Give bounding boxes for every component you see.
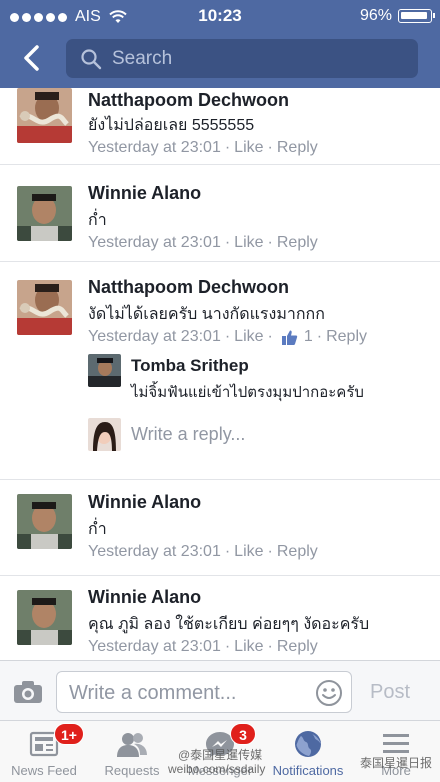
meta-separator: · [224, 328, 231, 345]
tab-requests[interactable]: Requests [88, 721, 176, 782]
reply-link[interactable]: Reply [277, 234, 318, 252]
comment-text: ก่ำ [88, 212, 107, 229]
like-link[interactable]: Like [234, 234, 263, 252]
meta-separator: · [224, 234, 231, 251]
comment-meta: Yesterday at 23:01 · Like · 1 · Reply [88, 328, 367, 346]
post-button[interactable]: Post [370, 681, 410, 704]
replier-name[interactable]: Tomba Srithep [131, 356, 249, 376]
comment-meta: Yesterday at 23:01 · Like · Reply [88, 234, 318, 252]
reply-link[interactable]: Reply [277, 139, 318, 157]
back-chevron-icon[interactable] [20, 44, 44, 72]
like-link[interactable]: Like [234, 543, 263, 561]
comment-placeholder: Write a comment... [69, 682, 237, 704]
current-user-avatar [88, 418, 121, 451]
top-navigation-bar: AIS 10:23 96% Search [0, 0, 440, 88]
reply-link[interactable]: Reply [326, 328, 367, 346]
watermark-publisher: 泰国星暹日报 [360, 756, 433, 770]
like-link[interactable]: Like [234, 139, 263, 157]
profile-photo [17, 494, 72, 549]
tab-news-feed[interactable]: 1+ News Feed [0, 721, 88, 782]
profile-photo [88, 354, 121, 387]
meta-separator: · [224, 543, 231, 560]
reply-text: ไม่จิ้มฟันแย่เข้าไปตรงมุมปากอะครับ [131, 384, 364, 401]
comment-text: ยังไม่ปล่อยเลย 5555555 [88, 117, 255, 134]
commenter-avatar[interactable] [17, 186, 72, 241]
comment-item: Natthapoom Dechwoon ยังไม่ปล่อยเลย 55555… [0, 88, 440, 165]
comment-text: งัดไม่ได้เลยครับ นางกัดแรงมากกก [88, 306, 325, 323]
commenter-avatar[interactable] [17, 88, 72, 143]
search-placeholder: Search [112, 48, 173, 69]
commenter-avatar[interactable] [17, 590, 72, 645]
commenter-name[interactable]: Winnie Alano [88, 492, 201, 513]
comment-text: คุณ ภูมิ ลอง ใช้ตะเกียบ ค่อยๆๆ งัดอะครับ [88, 616, 370, 633]
notification-badge: 3 [230, 723, 256, 745]
comment-timestamp: Yesterday at 23:01 [88, 543, 221, 560]
comment-composer: Write a comment... Post [0, 660, 440, 720]
comment-timestamp: Yesterday at 23:01 [88, 638, 221, 655]
comment-item: Winnie Alano คุณ ภูมิ ลอง ใช้ตะเกียบ ค่อ… [0, 576, 440, 660]
tab-label: Requests [104, 763, 160, 778]
meta-separator: · [267, 328, 273, 345]
comment-input[interactable]: Write a comment... [56, 671, 352, 713]
battery-percent: 96% [359, 7, 392, 24]
comment-timestamp: Yesterday at 23:01 [88, 328, 221, 345]
tab-more[interactable]: More [352, 721, 440, 782]
comment-item: Winnie Alano ก่ำ Yesterday at 23:01 · Li… [0, 480, 440, 576]
globe-icon [295, 731, 321, 757]
meta-separator: · [316, 328, 323, 345]
comment-meta: Yesterday at 23:01 · Like · Reply [88, 638, 318, 656]
friend-requests-icon [117, 733, 147, 757]
write-reply-placeholder[interactable]: Write a reply... [131, 424, 245, 445]
search-field[interactable]: Search [66, 39, 418, 78]
profile-photo [17, 590, 72, 645]
like-count[interactable]: 1 [304, 328, 313, 346]
person-holding-snake-photo [17, 88, 72, 143]
reply-link[interactable]: Reply [277, 638, 318, 656]
comment-timestamp: Yesterday at 23:01 [88, 139, 221, 156]
emoji-smiley-icon[interactable] [315, 679, 343, 707]
meta-separator: · [267, 543, 273, 560]
like-link[interactable]: Like [234, 638, 263, 656]
comment-item: Winnie Alano ก่ำ Yesterday at 23:01 · Li… [0, 166, 440, 262]
write-reply-row[interactable]: Write a reply... [88, 418, 440, 458]
watermark-weibo-handle: @泰国星暹传媒 [178, 748, 263, 762]
comment-text: ก่ำ [88, 521, 107, 538]
meta-separator: · [267, 638, 273, 655]
profile-photo [17, 186, 72, 241]
commenter-name[interactable]: Natthapoom Dechwoon [88, 90, 289, 111]
commenter-avatar[interactable] [17, 280, 72, 335]
battery-icon [398, 9, 435, 23]
meta-separator: · [224, 139, 231, 156]
commenter-name[interactable]: Natthapoom Dechwoon [88, 277, 289, 298]
comment-list[interactable]: Natthapoom Dechwoon ยังไม่ปล่อยเลย 55555… [0, 88, 440, 660]
meta-separator: · [267, 139, 273, 156]
thumbs-up-icon [281, 330, 298, 345]
comment-item: Natthapoom Dechwoon งัดไม่ได้เลยครับ นาง… [0, 262, 440, 480]
camera-icon[interactable] [13, 680, 43, 704]
commenter-name[interactable]: Winnie Alano [88, 587, 201, 608]
comment-timestamp: Yesterday at 23:01 [88, 234, 221, 251]
commenter-name[interactable]: Winnie Alano [88, 183, 201, 204]
comment-meta: Yesterday at 23:01 · Like · Reply [88, 139, 318, 157]
status-bar: AIS 10:23 96% [0, 0, 440, 30]
watermark-weibo-url: weibo.com/ssdaily [168, 762, 266, 776]
commenter-avatar[interactable] [17, 494, 72, 549]
tab-label: Notifications [272, 763, 344, 778]
person-holding-snake-photo [17, 280, 72, 335]
meta-separator: · [267, 234, 273, 251]
profile-photo [88, 418, 121, 451]
reply-item: Tomba Srithep ไม่จิ้มฟันแย่เข้าไปตรงมุมป… [88, 354, 440, 410]
tab-label: News Feed [11, 763, 77, 778]
comment-meta: Yesterday at 23:01 · Like · Reply [88, 543, 318, 561]
tab-notifications[interactable]: Notifications [264, 721, 352, 782]
replier-avatar[interactable] [88, 354, 121, 387]
search-icon [81, 49, 102, 70]
reply-link[interactable]: Reply [277, 543, 318, 561]
meta-separator: · [224, 638, 231, 655]
like-link[interactable]: Like [234, 328, 263, 346]
notification-badge: 1+ [54, 723, 84, 745]
